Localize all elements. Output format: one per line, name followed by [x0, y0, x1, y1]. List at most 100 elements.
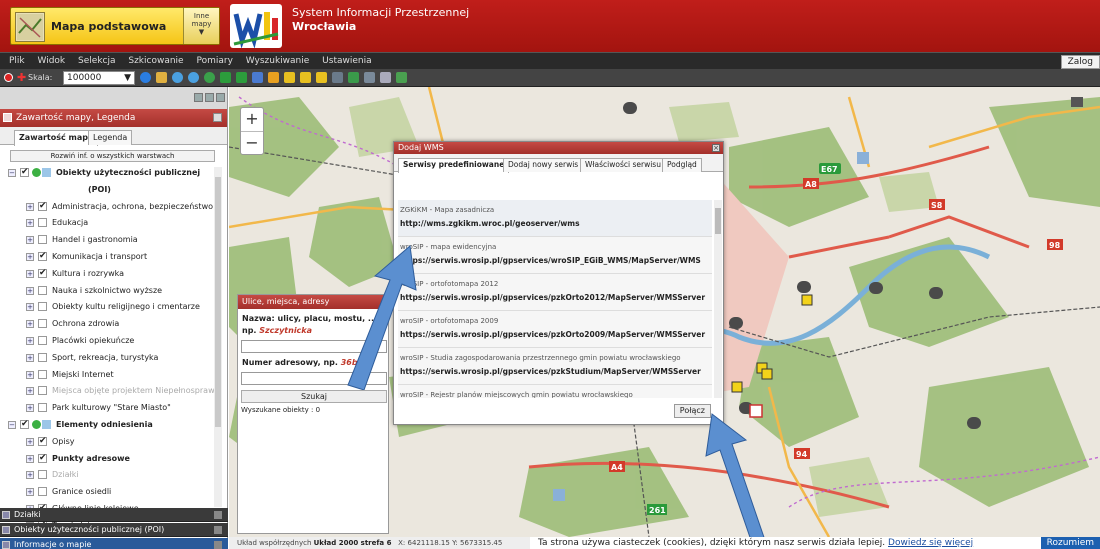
forward-arrow-icon[interactable] — [236, 72, 247, 83]
layer-checkbox[interactable] — [38, 487, 47, 497]
layer-tree-row[interactable]: (POI) — [0, 182, 214, 199]
layer-tree-row[interactable]: + Kultura i rozrywka — [0, 265, 214, 283]
layer-tree-row[interactable]: + Placówki opiekuńcze — [0, 333, 214, 350]
layer-checkbox[interactable] — [38, 302, 47, 312]
menu-szkicowanie[interactable]: Szkicowanie — [123, 53, 188, 69]
layer-tree-row[interactable]: − Obiekty użyteczności publicznej — [0, 164, 214, 182]
collapse-icon[interactable]: − — [8, 420, 16, 429]
close-icon[interactable]: × — [712, 144, 720, 152]
layer-tree-row[interactable]: + Administracja, ochrona, bezpieczeństwo — [0, 198, 214, 216]
pan-hand-icon[interactable] — [156, 72, 167, 83]
layer-checkbox[interactable] — [38, 265, 47, 281]
tab-add-service[interactable]: Dodaj nowy serwis — [503, 158, 584, 172]
measure-line-icon[interactable] — [284, 72, 295, 83]
expand-icon[interactable]: + — [26, 404, 34, 413]
expand-icon[interactable]: + — [26, 437, 34, 446]
expand-icon[interactable]: + — [26, 269, 34, 278]
maximize-icon[interactable] — [205, 93, 214, 102]
expand-icon[interactable]: + — [26, 353, 34, 362]
wms-service-item[interactable]: wroSIP - ortofotomapa 2012 https://serwis… — [398, 274, 712, 311]
other-maps-button[interactable]: Inne mapy ▼ — [183, 8, 219, 44]
expand-icon[interactable]: + — [26, 303, 34, 312]
panel-dzialki[interactable]: Działki — [0, 508, 228, 522]
expand-icon[interactable]: + — [26, 202, 34, 211]
chat-icon[interactable] — [1071, 97, 1083, 107]
collapse-icon[interactable] — [213, 113, 222, 122]
select-icon[interactable] — [252, 72, 263, 83]
menu-wyszukiwanie[interactable]: Wyszukiwanie — [241, 53, 315, 69]
cookie-learn-more-link[interactable]: Dowiedz się więcej — [888, 538, 973, 548]
measure-area-icon[interactable] — [316, 72, 327, 83]
layer-tree-row[interactable]: + Edukacja — [0, 215, 214, 232]
printer-icon[interactable] — [364, 72, 375, 83]
layer-tree-row[interactable]: + Sport, rekreacja, turystyka — [0, 350, 214, 367]
layers-icon[interactable] — [396, 72, 407, 83]
tab-preview[interactable]: Podgląd — [662, 158, 702, 172]
collapse-icon[interactable]: − — [8, 169, 16, 177]
wms-service-item[interactable]: wroSIP - ortofotomapa 2009 https://serwis… — [398, 311, 712, 348]
layer-tree-row[interactable]: + Obiekty kultu religijnego i cmentarze — [0, 299, 214, 316]
tab-service-properties[interactable]: Właściwości serwisu — [580, 158, 666, 172]
wms-service-item[interactable]: wroSIP - mapa ewidencyjna https://serwis.… — [398, 237, 712, 274]
layer-checkbox[interactable] — [38, 403, 47, 413]
info-icon[interactable] — [140, 72, 151, 83]
restore-icon[interactable] — [194, 93, 203, 102]
wms-service-item[interactable]: wroSIP - Rejestr planów miejscowych gmin… — [398, 385, 712, 398]
expand-icon[interactable]: + — [26, 219, 34, 228]
expand-icon[interactable]: + — [26, 488, 34, 497]
zoom-in-icon[interactable] — [172, 72, 183, 83]
crosshair-icon[interactable]: ✚ — [17, 71, 26, 84]
zoom-in-button[interactable]: + — [241, 108, 263, 131]
menu-ustawienia[interactable]: Ustawienia — [317, 53, 376, 69]
layer-tree-row[interactable]: + Park kulturowy "Stare Miasto" — [0, 400, 214, 417]
layer-checkbox[interactable] — [38, 319, 47, 329]
layer-checkbox[interactable] — [38, 433, 47, 449]
expand-icon[interactable]: + — [26, 336, 34, 345]
menu-plik[interactable]: Plik — [4, 53, 30, 69]
menu-pomiary[interactable]: Pomiary — [191, 53, 237, 69]
expand-icon[interactable]: + — [26, 252, 34, 261]
zoom-out-button[interactable]: − — [241, 131, 263, 154]
layer-tree-row[interactable]: + Miejski Internet — [0, 367, 214, 384]
scroll-thumb[interactable] — [715, 208, 721, 234]
legend-panel-header[interactable]: Zawartość mapy, Legenda — [0, 109, 227, 127]
layer-checkbox[interactable] — [20, 416, 29, 432]
visibility-icon[interactable] — [32, 168, 41, 177]
layer-tree-row[interactable]: + Punkty adresowe — [0, 450, 214, 468]
layer-checkbox[interactable] — [38, 218, 47, 228]
expand-icon[interactable]: + — [26, 370, 34, 379]
expand-icon[interactable]: + — [26, 286, 34, 295]
layer-checkbox[interactable] — [38, 335, 47, 345]
expand-icon[interactable] — [214, 541, 222, 549]
layer-tree-row[interactable]: + Miejsca objęte projektem Niepełnosprawn… — [0, 383, 222, 400]
scroll-thumb[interactable] — [215, 177, 221, 427]
close-icon[interactable] — [216, 93, 225, 102]
layer-checkbox[interactable] — [38, 285, 47, 295]
layer-checkbox[interactable] — [38, 470, 47, 480]
layer-tree-row[interactable]: + Handel i gastronomia — [0, 232, 214, 249]
layer-tree-row[interactable]: + Działki — [0, 467, 214, 484]
layer-checkbox[interactable] — [38, 369, 47, 379]
layer-checkbox[interactable] — [20, 164, 29, 180]
expand-icon[interactable]: + — [26, 387, 34, 396]
layer-checkbox[interactable] — [38, 235, 47, 245]
layer-tree-row[interactable]: + Nauka i szkolnictwo wyższe — [0, 283, 214, 300]
login-button[interactable]: Zalog — [1060, 55, 1100, 69]
export-icon[interactable] — [348, 72, 359, 83]
layer-checkbox[interactable] — [38, 386, 47, 396]
panel-poi[interactable]: Obiekty użyteczności publicznej (POI) — [0, 523, 228, 537]
menu-selekcja[interactable]: Selekcja — [73, 53, 120, 69]
flag-icon[interactable] — [4, 73, 13, 82]
expand-icon[interactable]: + — [26, 320, 34, 329]
wms-service-item[interactable]: ZGKiKM - Mapa zasadnicza http://wms.zgkik… — [398, 200, 712, 237]
search-button[interactable]: Szukaj — [241, 390, 387, 403]
layer-tree-row[interactable]: + Opisy — [0, 433, 214, 451]
expand-icon[interactable]: + — [26, 471, 34, 480]
wms-list-scrollbar[interactable] — [714, 200, 722, 398]
panel-map-info[interactable]: Informacje o mapie — [0, 538, 228, 549]
expand-icon[interactable] — [214, 526, 222, 534]
cookie-accept-button[interactable]: Rozumiem — [1040, 537, 1100, 549]
map-selector[interactable]: Mapa podstawowa Inne mapy ▼ — [10, 7, 220, 45]
scale-select[interactable]: 100000 ▼ — [63, 71, 135, 85]
wms-service-item[interactable]: wroSIP - Studia zagospodarowania przestr… — [398, 348, 712, 385]
